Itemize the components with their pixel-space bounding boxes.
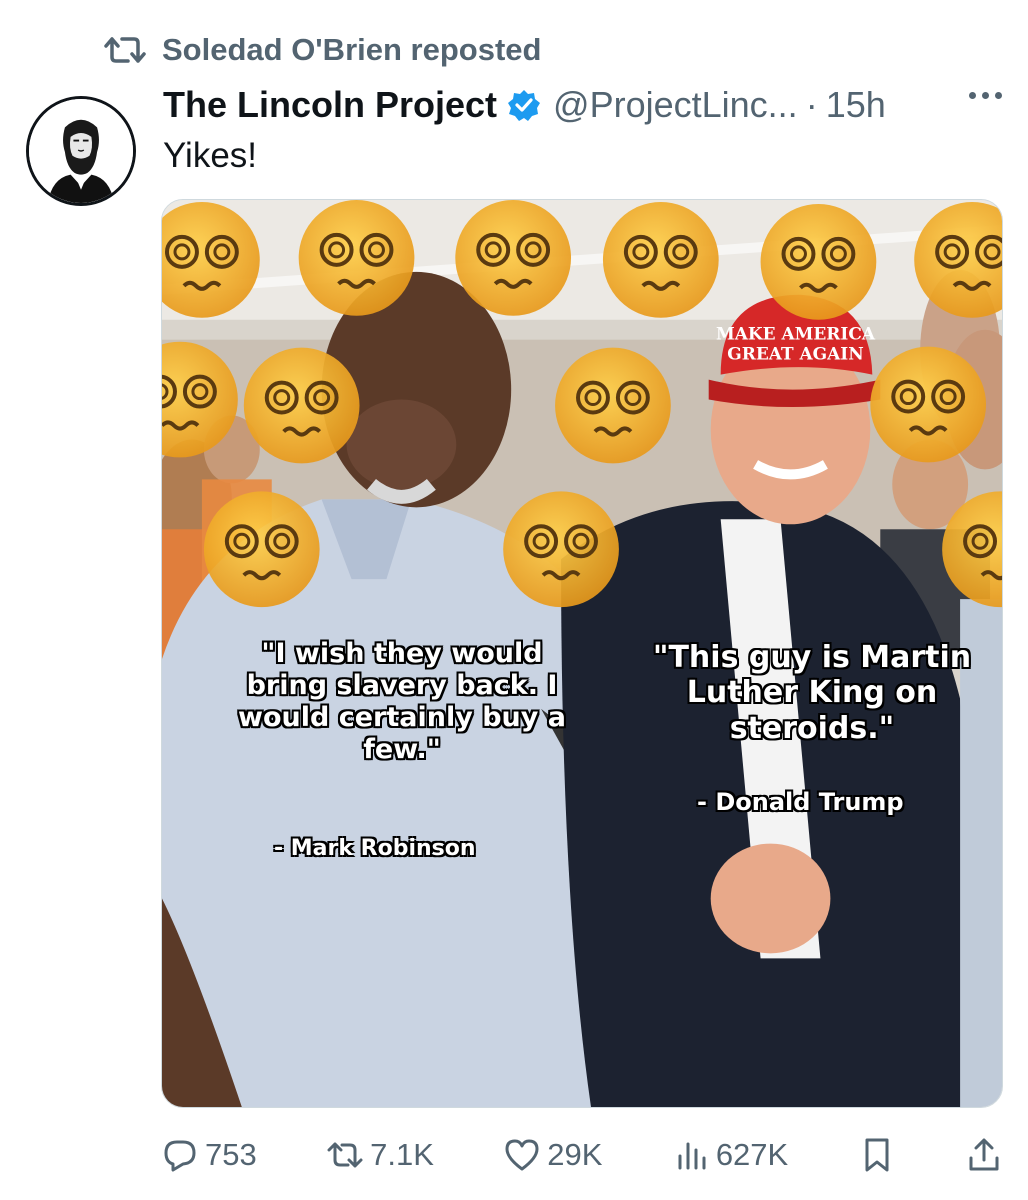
lincoln-portrait-icon <box>29 99 133 203</box>
views-button[interactable]: 627K <box>672 1136 788 1174</box>
like-button[interactable]: 29K <box>503 1136 602 1174</box>
views-chart-icon <box>678 1142 706 1170</box>
quote-left: "I wish they would bring slavery back. I… <box>238 638 566 765</box>
repost-icon <box>327 1142 363 1168</box>
tweet-header: The Lincoln Project @ProjectLinc... · 15… <box>163 80 1003 130</box>
views-count: 627K <box>715 1137 789 1172</box>
repost-indicator[interactable]: Soledad O'Brien reposted <box>104 28 541 72</box>
share-button[interactable] <box>965 1136 1003 1174</box>
tweet-text: Yikes! <box>163 136 258 175</box>
repost-icon <box>104 37 146 63</box>
tweet-image[interactable]: MAKE AMERICA GREAT AGAIN "I wish they wo… <box>161 199 1003 1108</box>
reply-icon <box>164 1140 196 1172</box>
verified-badge-icon <box>508 90 541 121</box>
quote-right: "This guy is Martin Luther King on stero… <box>652 640 972 746</box>
author-handle[interactable]: @ProjectLinc... <box>553 84 798 126</box>
share-icon <box>969 1138 999 1171</box>
heart-icon <box>505 1139 539 1171</box>
meta-separator: · <box>805 84 818 125</box>
action-bar: 753 7.1K 29K 627K <box>161 1132 1003 1178</box>
repost-button[interactable]: 7.1K <box>326 1136 434 1174</box>
avatar[interactable] <box>26 96 136 206</box>
tweet-timestamp[interactable]: 15h <box>826 84 886 126</box>
svg-text:GREAT AGAIN: GREAT AGAIN <box>727 344 863 364</box>
more-options-icon[interactable] <box>969 92 1002 99</box>
like-count: 29K <box>547 1137 603 1172</box>
attribution-left: - Mark Robinson <box>274 836 476 861</box>
repost-label: Soledad O'Brien reposted <box>162 32 542 67</box>
attribution-right: - Donald Trump <box>697 788 904 816</box>
bookmark-button[interactable] <box>858 1136 896 1174</box>
reply-count: 753 <box>205 1137 257 1172</box>
author-name[interactable]: The Lincoln Project <box>163 84 497 126</box>
reply-button[interactable]: 753 <box>161 1136 257 1174</box>
bookmark-icon <box>865 1138 889 1172</box>
svg-text:MAKE AMERICA: MAKE AMERICA <box>716 324 876 344</box>
repost-count: 7.1K <box>370 1137 434 1172</box>
